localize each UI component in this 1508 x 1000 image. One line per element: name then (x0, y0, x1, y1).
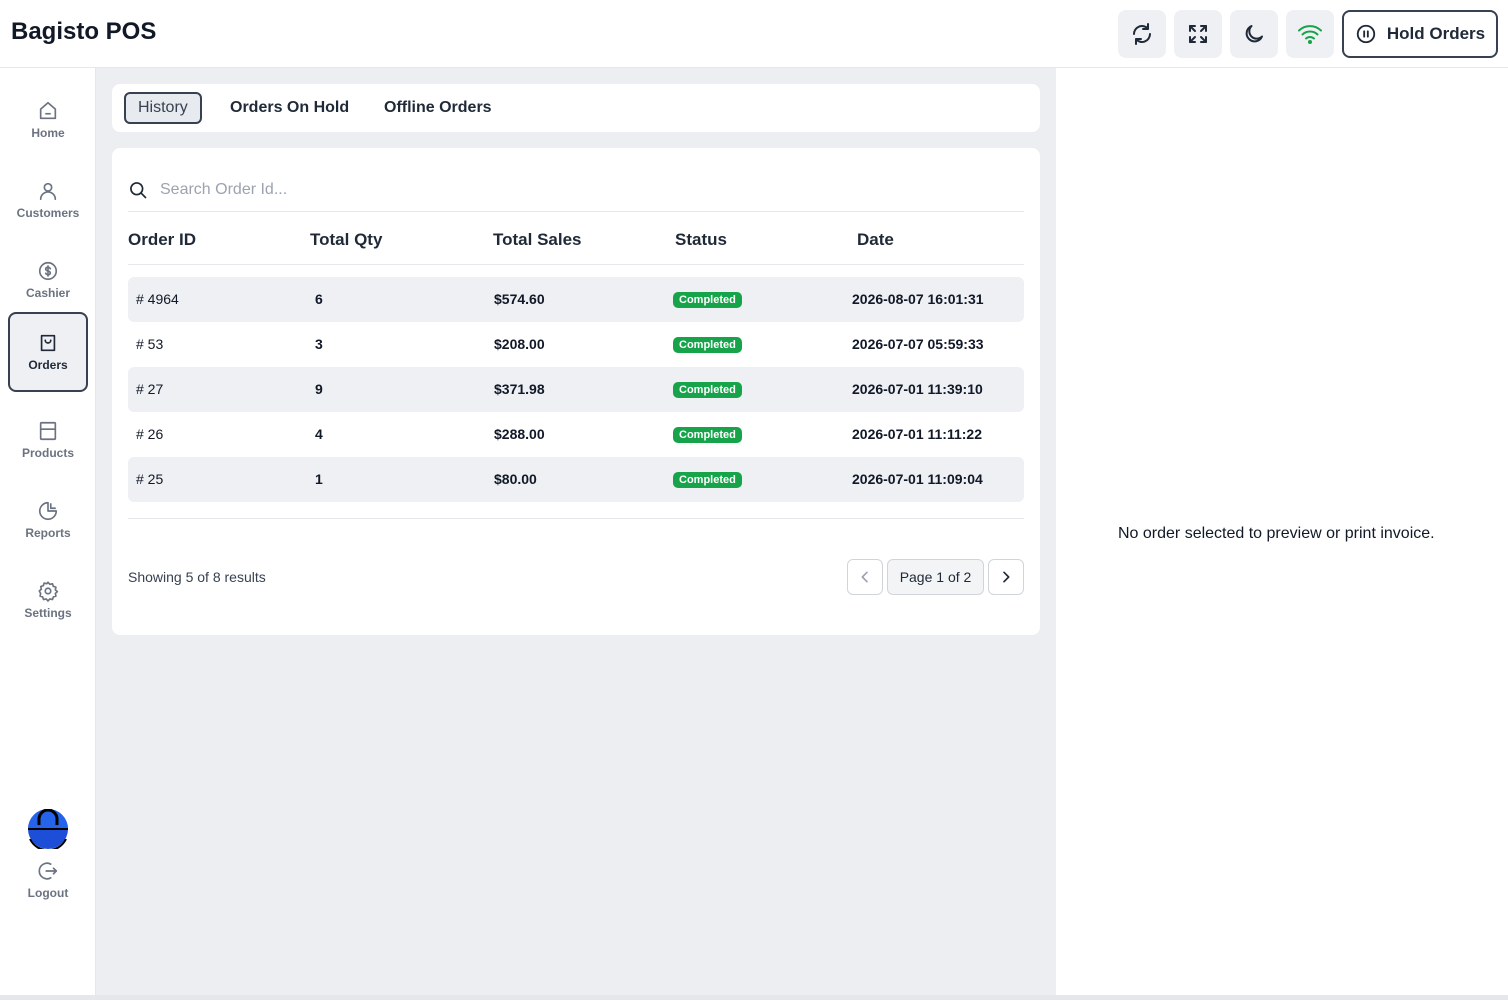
previous-page-button[interactable] (847, 559, 883, 595)
sidebar-item-reports[interactable]: Reports (8, 480, 88, 560)
sales-cell: $208.00 (494, 336, 545, 352)
sales-cell: $80.00 (494, 471, 537, 487)
orders-card: Order ID Total Qty Total Sales Status Da… (112, 148, 1040, 635)
order-id-cell: # 26 (136, 426, 164, 442)
status-badge: Completed (673, 427, 742, 443)
table-row[interactable]: # 27 9 $371.98 Completed 2026-07-01 11:3… (128, 367, 1024, 412)
fullscreen-icon (1189, 25, 1207, 43)
column-header-total-sales: Total Sales (493, 230, 582, 249)
qty-cell: 3 (315, 336, 323, 352)
table-row[interactable]: # 53 3 $208.00 Completed 2026-07-07 05:5… (128, 322, 1024, 367)
qty-cell: 6 (315, 291, 323, 307)
sidebar-item-label: Cashier (25, 286, 71, 300)
horizontal-scrollbar[interactable] (0, 995, 1508, 1000)
fullscreen-button[interactable] (1174, 10, 1222, 58)
sidebar-item-products[interactable]: Products (8, 400, 88, 480)
hold-orders-label: Hold Orders (1386, 24, 1486, 43)
app-title: Bagisto POS (11, 18, 157, 45)
status-badge: Completed (673, 337, 742, 353)
gear-icon (38, 581, 59, 602)
order-id-cell: # 4964 (136, 291, 179, 307)
tab-bar: History Orders On Hold Offline Orders (112, 84, 1040, 132)
hold-orders-button[interactable]: Hold Orders (1342, 10, 1498, 58)
date-cell: 2026-08-07 16:01:31 (852, 291, 984, 307)
next-page-button[interactable] (988, 559, 1024, 595)
search-bar (128, 168, 1024, 212)
sidebar-item-cashier[interactable]: Cashier (8, 240, 88, 320)
tab-offline-orders[interactable]: Offline Orders (384, 92, 492, 124)
chevron-left-icon (861, 571, 868, 583)
moon-icon (1245, 25, 1263, 43)
empty-preview-message: No order selected to preview or print in… (1118, 525, 1435, 542)
sidebar-item-label: Customers (16, 206, 80, 220)
dollar-icon (38, 261, 58, 281)
sidebar-item-label: Home (31, 126, 65, 140)
sales-cell: $288.00 (494, 426, 545, 442)
dark-mode-button[interactable] (1230, 10, 1278, 58)
qty-cell: 9 (315, 381, 323, 397)
date-cell: 2026-07-01 11:11:22 (852, 426, 982, 442)
page-indicator: Page 1 of 2 (887, 559, 984, 595)
logout-button[interactable]: Logout (8, 840, 88, 920)
sidebar-item-settings[interactable]: Settings (8, 560, 88, 640)
user-icon (39, 182, 57, 201)
invoice-preview-panel: No order selected to preview or print in… (1056, 68, 1508, 1000)
column-header-status: Status (675, 230, 727, 249)
wifi-icon (1298, 25, 1322, 44)
table-header: Order ID Total Qty Total Sales Status Da… (128, 212, 1024, 265)
logout-label: Logout (27, 886, 69, 900)
date-cell: 2026-07-01 11:09:04 (852, 471, 983, 487)
table-row[interactable]: # 25 1 $80.00 Completed 2026-07-01 11:09… (128, 457, 1024, 502)
order-id-cell: # 25 (136, 471, 164, 487)
table-row[interactable]: # 4964 6 $574.60 Completed 2026-08-07 16… (128, 277, 1024, 322)
qty-cell: 1 (315, 471, 323, 487)
sidebar-item-label: Reports (25, 526, 71, 540)
sidebar-item-orders[interactable]: Orders (8, 312, 88, 392)
tab-history[interactable]: History (124, 92, 202, 124)
home-icon (39, 101, 57, 120)
sidebar-item-label: Orders (28, 358, 68, 372)
pause-circle-icon (1356, 24, 1376, 44)
search-icon (130, 181, 147, 198)
results-count: Showing 5 of 8 results (128, 569, 266, 585)
sidebar-item-customers[interactable]: Customers (8, 160, 88, 240)
table-row[interactable]: # 26 4 $288.00 Completed 2026-07-01 11:1… (128, 412, 1024, 457)
date-cell: 2026-07-01 11:39:10 (852, 381, 983, 397)
sync-button[interactable] (1118, 10, 1166, 58)
bag-icon (40, 334, 56, 352)
sidebar-item-label: Settings (24, 606, 72, 620)
box-icon (39, 421, 57, 441)
sales-cell: $371.98 (494, 381, 545, 397)
network-status-button[interactable] (1286, 10, 1334, 58)
status-badge: Completed (673, 382, 742, 398)
column-header-total-qty: Total Qty (310, 230, 383, 249)
pie-chart-icon (38, 501, 58, 521)
qty-cell: 4 (315, 426, 323, 442)
status-badge: Completed (673, 292, 742, 308)
chevron-right-icon (1003, 571, 1010, 583)
sidebar-item-label: Products (21, 446, 74, 460)
date-cell: 2026-07-07 05:59:33 (852, 336, 984, 352)
tab-orders-on-hold[interactable]: Orders On Hold (230, 92, 349, 124)
sidebar-item-home[interactable]: Home (8, 80, 88, 160)
column-header-order-id: Order ID (128, 230, 197, 249)
sales-cell: $574.60 (494, 291, 545, 307)
sidebar: Home Customers Cashier Orders Products R… (0, 68, 96, 1000)
top-header: Bagisto POS Hold Orders (0, 0, 1508, 68)
search-input[interactable] (160, 180, 760, 199)
order-id-cell: # 27 (136, 381, 164, 397)
logout-icon (38, 862, 58, 880)
status-badge: Completed (673, 472, 742, 488)
order-id-cell: # 53 (136, 336, 164, 352)
orders-panel: History Orders On Hold Offline Orders Or… (96, 68, 1056, 1000)
table-divider (128, 518, 1024, 519)
column-header-date: Date (857, 230, 894, 249)
refresh-icon (1133, 23, 1151, 45)
